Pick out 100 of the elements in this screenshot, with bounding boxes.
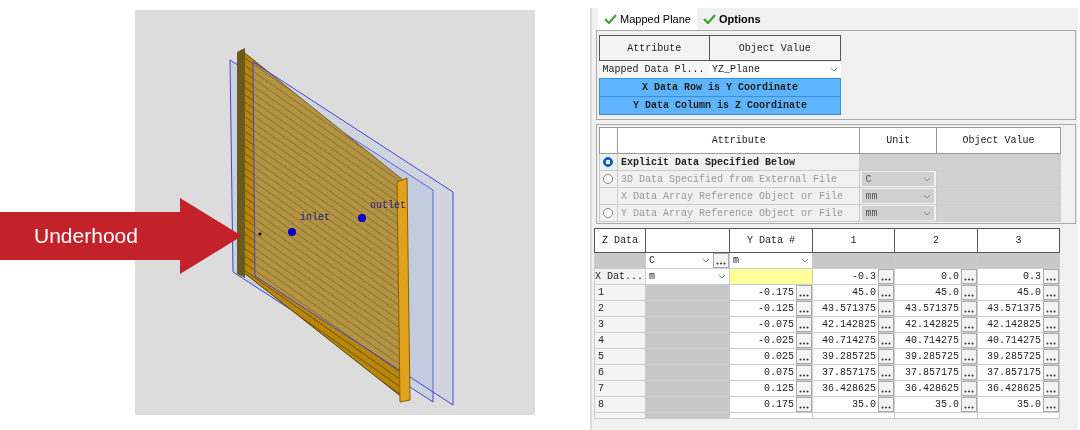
ellipsis-button[interactable] [961,349,977,364]
column-header: Attribute [617,127,860,154]
cell-value: 0.075 [764,366,795,380]
ellipsis-icon [881,278,891,281]
row-header: 2 [598,303,604,314]
cell-value: 42.142825 [822,318,877,332]
ellipsis-icon [964,310,974,313]
ellipsis-button[interactable] [1043,301,1059,316]
ellipsis-button[interactable] [796,381,812,396]
ellipsis-button[interactable] [796,301,812,316]
checkmark-icon [702,14,716,24]
ellipsis-button[interactable] [796,285,812,300]
ellipsis-button[interactable] [878,269,894,284]
dropdown-value: mm [865,189,878,204]
chevron-down-icon [702,258,710,263]
cell-value: 39.285725 [905,350,960,364]
info-row: X Data Row is Y Coordinate [599,78,841,97]
ellipsis-button[interactable] [961,397,977,412]
dropdown[interactable]: YZ_Plane [709,62,841,77]
ellipsis-button[interactable] [1043,349,1059,364]
ellipsis-icon [1046,294,1056,297]
cell-value: 0.175 [764,398,795,412]
ellipsis-button[interactable] [878,349,894,364]
chevron-down-icon [801,258,809,263]
radio-button[interactable] [603,157,614,167]
ellipsis-button[interactable] [1043,269,1059,284]
ellipsis-icon [964,374,974,377]
cell-value: 0.3 [1023,270,1042,284]
ellipsis-button[interactable] [796,349,812,364]
cell-value: 40.714275 [987,334,1042,348]
ellipsis-button[interactable] [961,333,977,348]
ellipsis-button[interactable] [878,381,894,396]
ellipsis-button[interactable] [961,317,977,332]
point-marker-icon [358,214,366,222]
chevron-down-icon [829,67,838,72]
ellipsis-icon [964,390,974,393]
row-header: 1 [598,287,604,298]
ellipsis-icon [964,326,974,329]
ellipsis-button[interactable] [878,285,894,300]
row-header: 7 [598,383,604,394]
ellipsis-icon [799,406,809,409]
ellipsis-button[interactable] [961,301,977,316]
cell-value: 0.125 [764,382,795,396]
column-header: Object Value [709,35,841,61]
ellipsis-button[interactable] [1043,285,1059,300]
ellipsis-button[interactable] [796,333,812,348]
cell-value: -0.175 [758,286,795,300]
ellipsis-button[interactable] [796,397,812,412]
ellipsis-icon [1046,342,1056,345]
ellipsis-button[interactable] [1043,365,1059,380]
cell-value: 35.0 [935,398,960,412]
ellipsis-button[interactable] [878,365,894,380]
ellipsis-icon [799,294,809,297]
ellipsis-icon [881,326,891,329]
ellipsis-button[interactable] [961,381,977,396]
cell-value: 36.428625 [905,382,960,396]
ellipsis-button[interactable] [713,253,729,268]
ellipsis-button[interactable] [1043,381,1059,396]
cell-value: 45.0 [935,286,960,300]
ellipsis-icon [964,294,974,297]
tab[interactable]: Options [696,8,767,30]
ellipsis-button[interactable] [878,301,894,316]
row-label: 3D Data Specified from External File [621,173,838,185]
ellipsis-button[interactable] [878,317,894,332]
dropdown-value: C [649,254,655,268]
cell-value: 0.0 [941,270,960,284]
ellipsis-button[interactable] [1043,397,1059,412]
ellipsis-button[interactable] [796,317,812,332]
row-header: 6 [598,367,604,378]
row-header: 3 [598,319,604,330]
tab[interactable]: Mapped Plane [598,8,697,30]
ellipsis-button[interactable] [1043,317,1059,332]
ellipsis-button[interactable] [961,285,977,300]
ellipsis-button[interactable] [961,365,977,380]
ellipsis-button[interactable] [878,333,894,348]
cell-value: 40.714275 [822,334,877,348]
ellipsis-button[interactable] [961,269,977,284]
row-header: 5 [598,351,604,362]
cell-value: -0.125 [758,302,795,316]
ellipsis-icon [799,342,809,345]
ellipsis-icon [964,358,974,361]
row-header: 8 [598,399,604,410]
ellipsis-icon [881,406,891,409]
ellipsis-icon [1046,326,1056,329]
cell-value: -0.025 [758,334,795,348]
ellipsis-icon [881,310,891,313]
cell-value: 43.571375 [822,302,877,316]
chevron-down-icon [718,274,726,279]
cell-value: 43.571375 [987,302,1042,316]
ellipsis-icon [1046,310,1056,313]
cell-value: 40.714275 [905,334,960,348]
column-header: 3 [977,228,1060,253]
cell-value: 45.0 [852,286,877,300]
dropdown-value: m [733,254,739,268]
ellipsis-button[interactable] [878,397,894,412]
ellipsis-button[interactable] [1043,333,1059,348]
checkmark-icon [604,14,617,24]
point-label: outlet [370,200,406,211]
dropdown-value: mm [865,206,878,221]
ellipsis-button[interactable] [796,365,812,380]
